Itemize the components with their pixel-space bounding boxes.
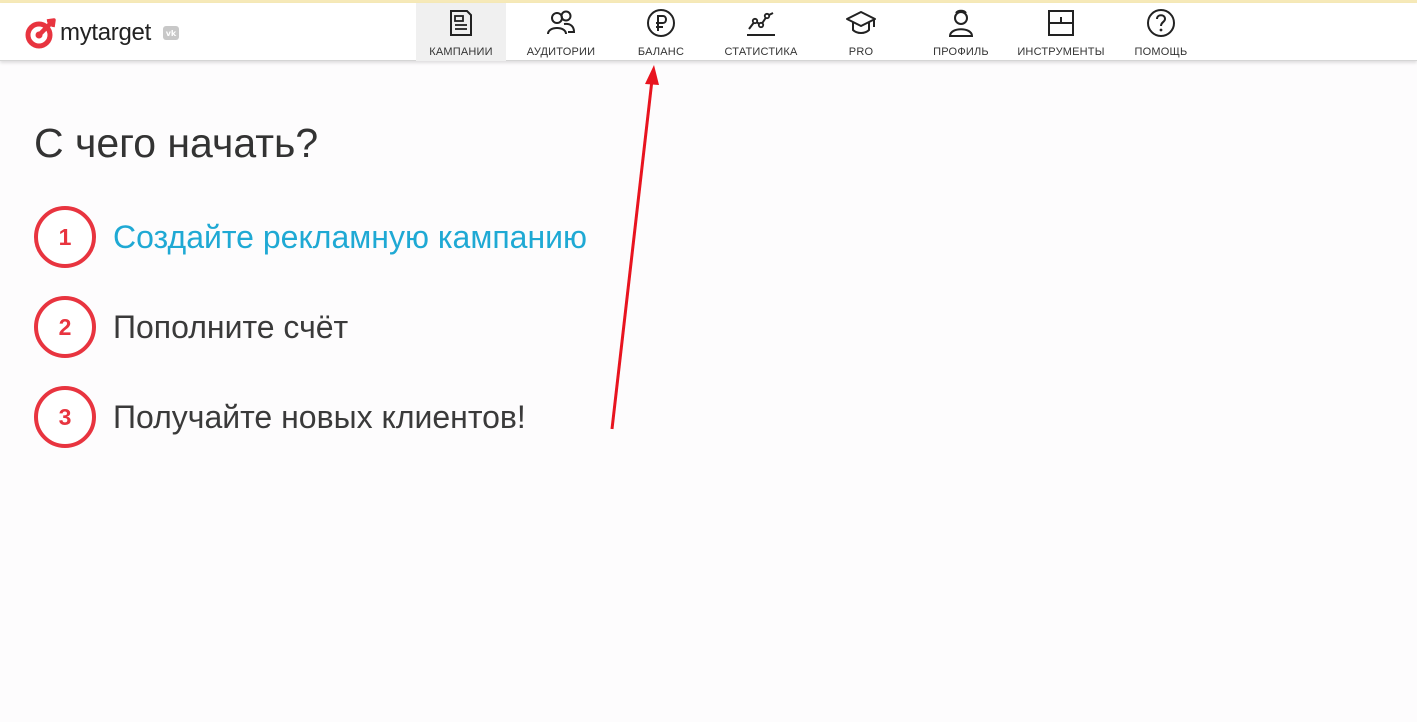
nav-item-tools[interactable]: ИНСТРУМЕНТЫ [1016, 3, 1106, 61]
top-header: mytarget vk КАМПАНИИ АУДИТОРИИ БАЛАНС СТ… [0, 3, 1417, 61]
nav-item-balance[interactable]: БАЛАНС [616, 3, 706, 61]
nav-item-campaigns[interactable]: КАМПАНИИ [416, 3, 506, 61]
nav-item-help[interactable]: ПОМОЩЬ [1116, 3, 1206, 61]
nav-label-pro: PRO [848, 46, 874, 58]
chart-icon [747, 12, 775, 36]
vk-badge-icon: vk [162, 26, 179, 40]
tools-icon [1048, 10, 1074, 36]
document-icon [450, 10, 472, 36]
step-create-campaign: 1 Создайте рекламную кампанию [34, 206, 587, 268]
nav-label-tools: ИНСТРУМЕНТЫ [1017, 46, 1105, 58]
nav-label-campaigns: КАМПАНИИ [429, 46, 493, 58]
nav-label-help: ПОМОЩЬ [1134, 46, 1188, 58]
ruble-icon [647, 9, 675, 37]
step-number-badge: 3 [34, 386, 96, 448]
brand-name: mytarget [60, 19, 151, 46]
mytarget-logo[interactable]: mytarget vk [24, 16, 179, 50]
create-campaign-link[interactable]: Создайте рекламную кампанию [113, 219, 587, 256]
nav-label-statistics: СТАТИСТИКА [724, 46, 798, 58]
nav-label-profile: ПРОФИЛЬ [933, 46, 989, 58]
nav-label-balance: БАЛАНС [637, 46, 685, 58]
step-text: Получайте новых клиентов! [113, 398, 526, 435]
target-logo-icon [25, 18, 56, 49]
help-icon [1147, 9, 1175, 37]
users-icon [547, 10, 576, 35]
nav-item-profile[interactable]: ПРОФИЛЬ [916, 3, 1006, 61]
page-title: С чего начать? [34, 120, 319, 166]
step-top-up-account: 2 Пополните счёт [34, 296, 348, 358]
nav-label-audiences: АУДИТОРИИ [526, 46, 596, 58]
nav-item-statistics[interactable]: СТАТИСТИКА [716, 3, 806, 61]
nav-item-pro[interactable]: PRO [816, 3, 906, 61]
step-number-badge: 1 [34, 206, 96, 268]
step-text: Пополните счёт [113, 308, 349, 345]
graduation-cap-icon [846, 11, 876, 34]
profile-icon [948, 9, 974, 37]
nav-item-audiences[interactable]: АУДИТОРИИ [516, 3, 606, 61]
step-number-badge: 2 [34, 296, 96, 358]
main-content: С чего начать? 1 Создайте рекламную камп… [0, 72, 1417, 722]
step-get-clients: 3 Получайте новых клиентов! [34, 386, 526, 448]
